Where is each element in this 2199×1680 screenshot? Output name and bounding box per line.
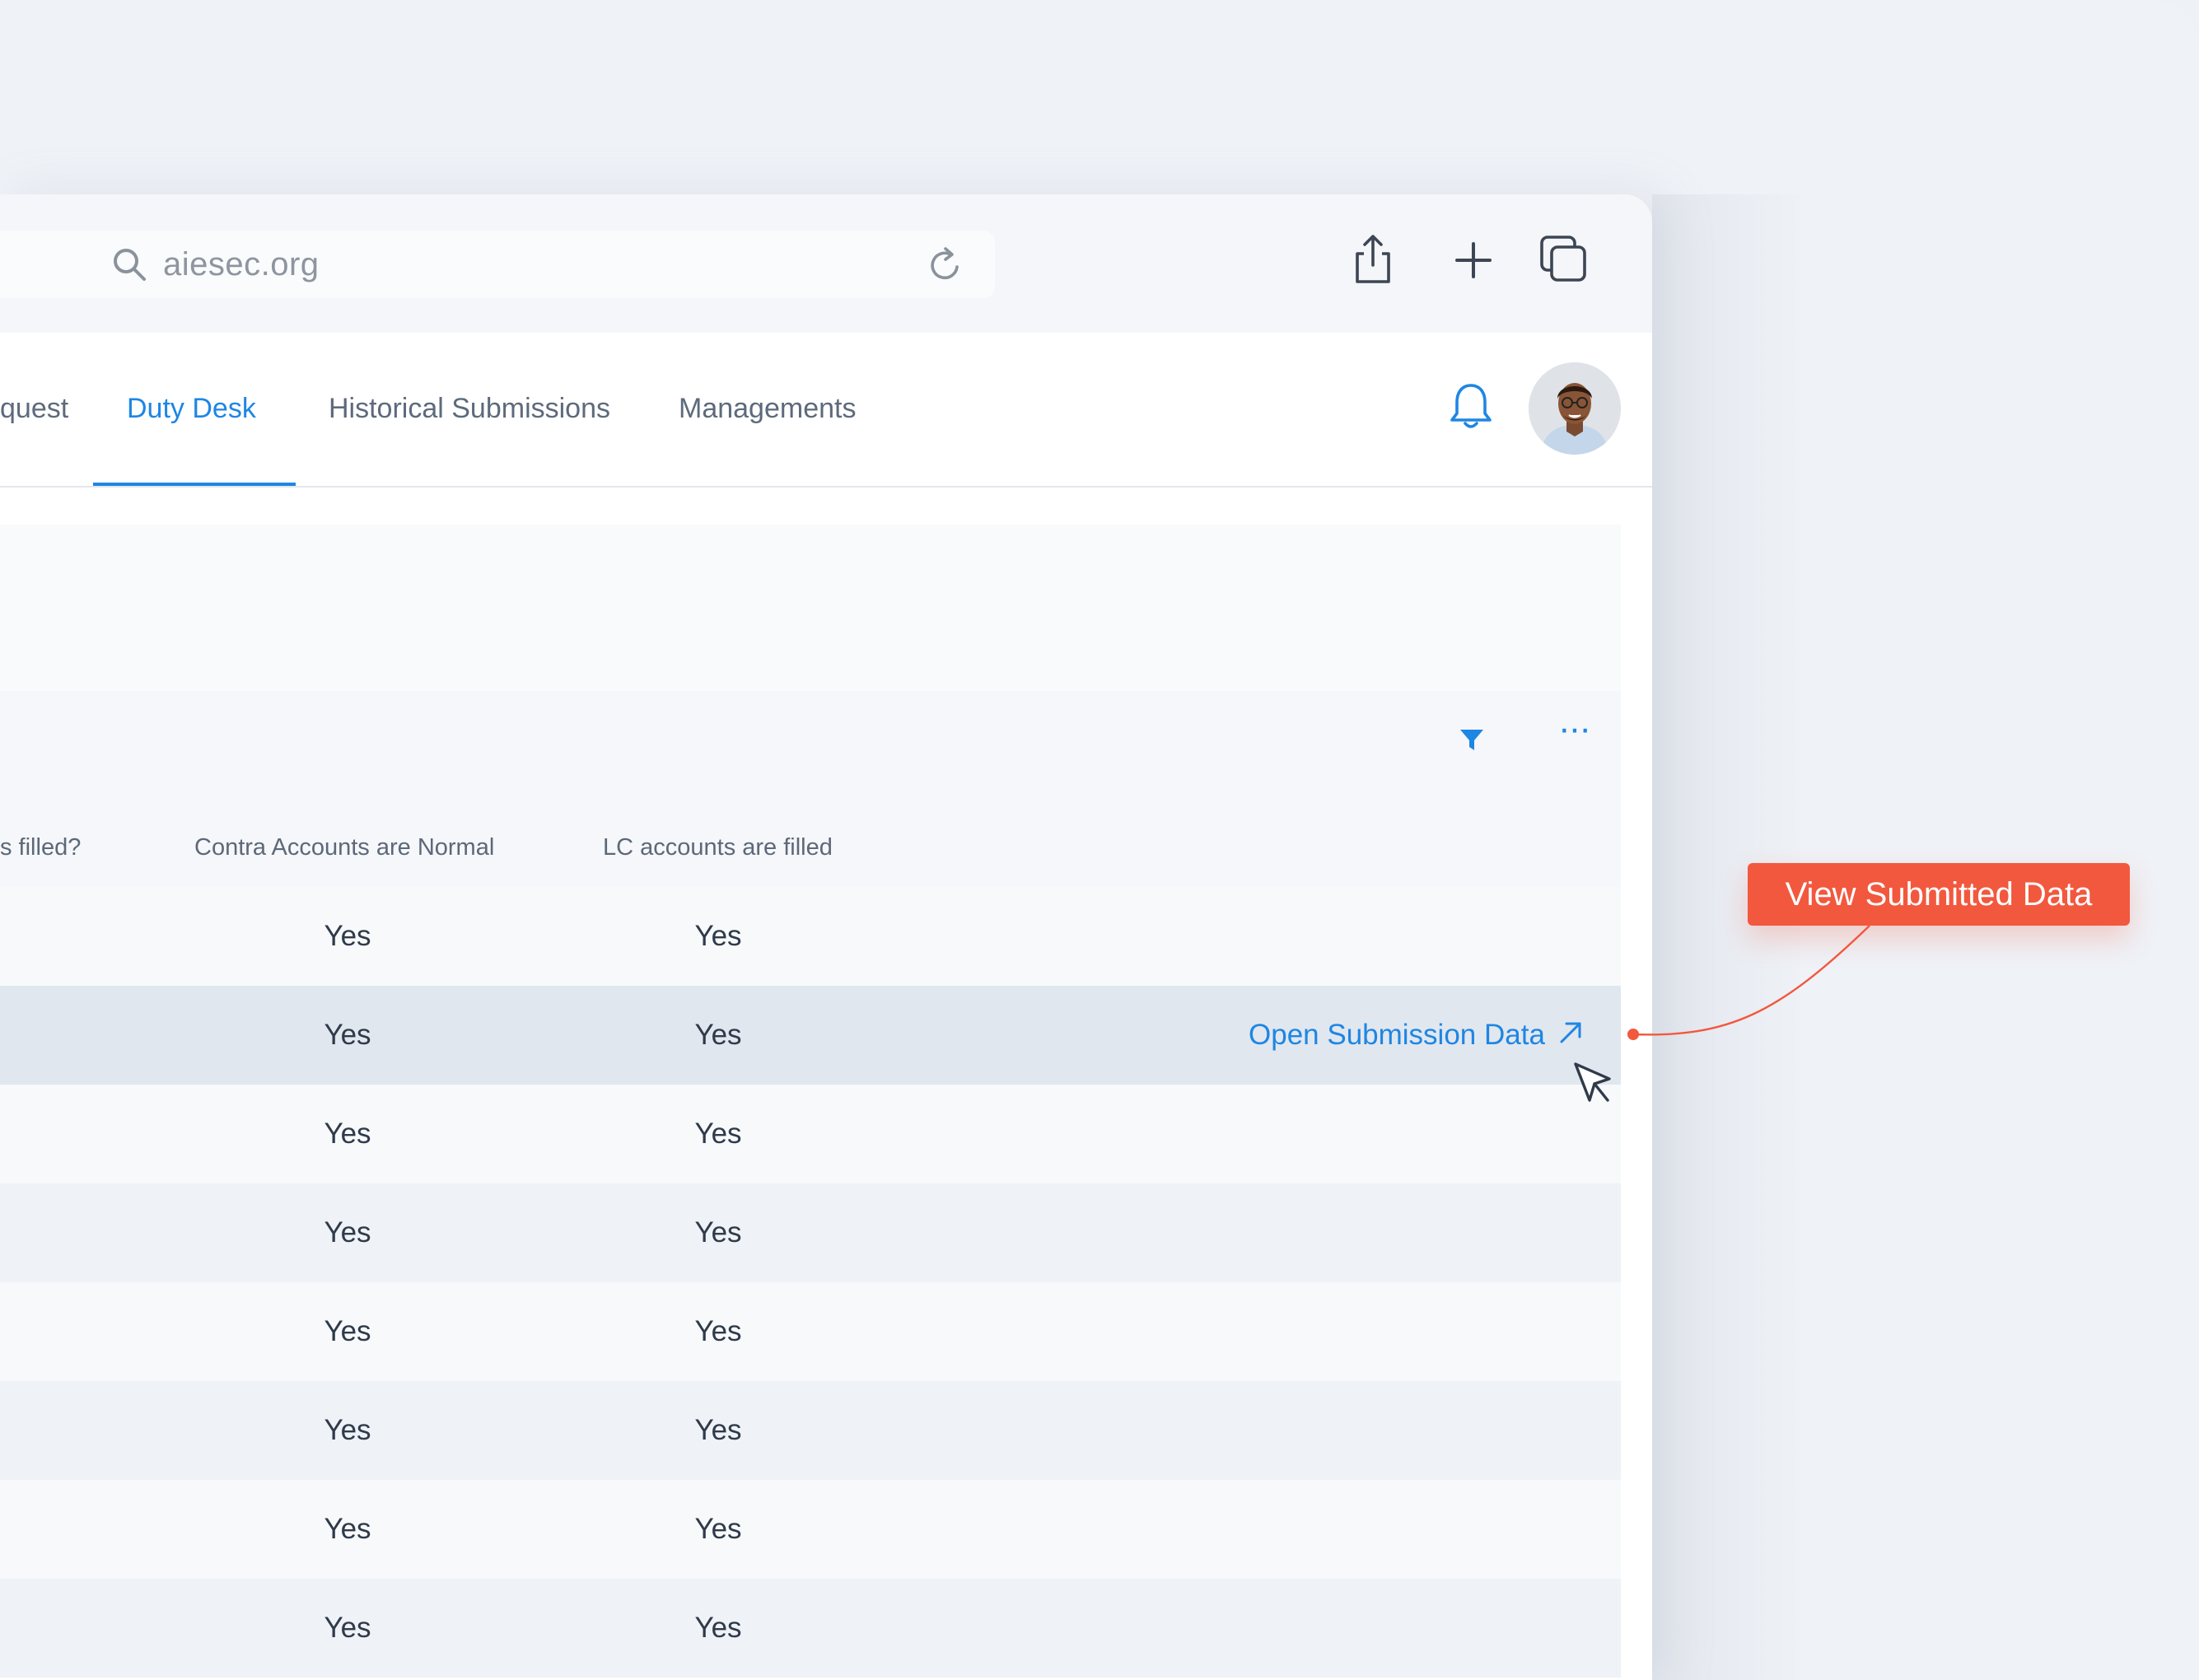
- lc-cell: Yes: [694, 1414, 742, 1446]
- tab-managements[interactable]: Managements: [679, 333, 856, 486]
- bell-icon[interactable]: [1446, 379, 1496, 433]
- callout-label: View Submitted Data: [1748, 863, 2130, 926]
- table-header: ··· s filled? Contra Accounts are Normal…: [0, 691, 1621, 889]
- column-header[interactable]: Contra Accounts are Normal: [194, 834, 494, 861]
- tab-request[interactable]: quest: [0, 333, 68, 486]
- external-link-icon[interactable]: [1557, 1019, 1585, 1047]
- app-navbar: quest Duty Desk Historical Submissions M…: [0, 333, 1652, 488]
- contra-cell: Yes: [324, 1019, 371, 1051]
- table-row[interactable]: Yes Yes: [0, 1381, 1621, 1480]
- open-submission-link[interactable]: Open Submission Data: [1249, 986, 1545, 1085]
- share-icon[interactable]: [1346, 232, 1400, 287]
- contra-cell: Yes: [324, 1216, 371, 1248]
- table-row[interactable]: Yes Yes: [0, 1183, 1621, 1282]
- contra-cell: Yes: [324, 1513, 371, 1545]
- callout-connector: [1627, 925, 1870, 1040]
- avatar[interactable]: [1529, 362, 1621, 455]
- cursor-icon: [1574, 1062, 1611, 1102]
- contra-cell: Yes: [324, 1118, 371, 1150]
- table-row[interactable]: Yes Yes: [0, 887, 1621, 986]
- table-row[interactable]: Yes Yes: [0, 1085, 1621, 1183]
- contra-cell: Yes: [324, 1414, 371, 1446]
- avatar-portrait: [1529, 362, 1621, 455]
- url-text[interactable]: aiesec.org: [163, 231, 320, 298]
- filter-icon[interactable]: [1458, 726, 1486, 754]
- address-bar[interactable]: aiesec.org: [0, 231, 995, 298]
- lc-cell: Yes: [694, 1019, 742, 1051]
- lc-cell: Yes: [694, 1118, 742, 1150]
- plus-icon[interactable]: [1446, 232, 1501, 287]
- table-row[interactable]: Yes Yes Open Submission Data: [0, 986, 1621, 1085]
- tab-historical-submissions[interactable]: Historical Submissions: [329, 333, 610, 486]
- table-body: Yes Yes Yes Yes Open Submission Data Yes…: [0, 887, 1621, 1678]
- reload-icon[interactable]: [926, 245, 965, 285]
- contra-cell: Yes: [324, 1612, 371, 1644]
- table-row[interactable]: Yes Yes: [0, 1282, 1621, 1381]
- column-header[interactable]: LC accounts are filled: [603, 834, 833, 861]
- tab-duty-desk[interactable]: Duty Desk: [127, 333, 256, 486]
- tabs-icon[interactable]: [1537, 232, 1591, 287]
- column-header[interactable]: s filled?: [0, 834, 81, 861]
- contra-cell: Yes: [324, 1315, 371, 1347]
- lc-cell: Yes: [694, 920, 742, 952]
- contra-cell: Yes: [324, 920, 371, 952]
- table-row[interactable]: Yes Yes: [0, 1480, 1621, 1579]
- lc-cell: Yes: [694, 1513, 742, 1545]
- search-icon: [114, 249, 146, 281]
- lc-cell: Yes: [694, 1315, 742, 1347]
- summary-panel: [0, 525, 1621, 691]
- browser-window: aiesec.org quest Duty Desk Historical Su…: [0, 194, 1652, 1680]
- lc-cell: Yes: [694, 1216, 742, 1248]
- table-row[interactable]: Yes Yes: [0, 1579, 1621, 1678]
- browser-toolbar: aiesec.org: [0, 194, 1652, 333]
- active-tab-indicator: [93, 483, 296, 486]
- lc-cell: Yes: [694, 1612, 742, 1644]
- canvas: aiesec.org quest Duty Desk Historical Su…: [0, 0, 2199, 1680]
- more-icon[interactable]: ···: [1553, 711, 1594, 754]
